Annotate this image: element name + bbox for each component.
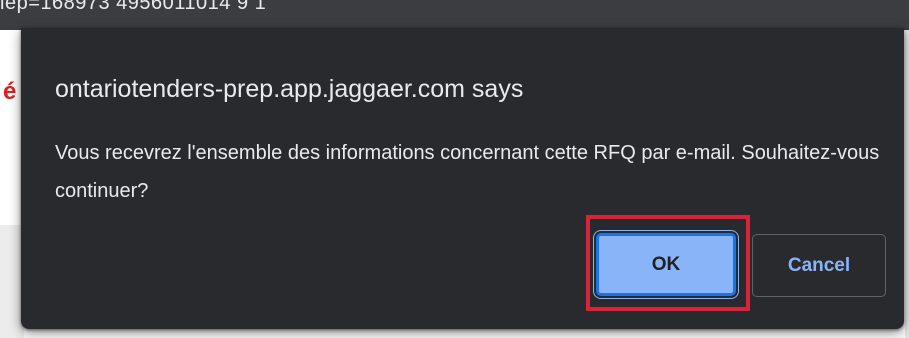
cancel-button[interactable]: Cancel bbox=[752, 234, 886, 297]
dialog-message: Vous recevrez l'ensemble des information… bbox=[55, 142, 880, 202]
background-red-text-fragment: é bbox=[3, 80, 17, 104]
confirm-dialog: ontariotenders-prep.app.jaggaer.com says… bbox=[21, 28, 904, 329]
background-page-edge bbox=[905, 30, 909, 338]
background-page-text: iep=168973 4956011014 9 1 bbox=[0, 0, 267, 14]
ok-button[interactable]: OK bbox=[596, 233, 736, 296]
background-page-header: iep=168973 4956011014 9 1 bbox=[0, 0, 909, 30]
dialog-title: ontariotenders-prep.app.jaggaer.com says bbox=[55, 75, 524, 103]
